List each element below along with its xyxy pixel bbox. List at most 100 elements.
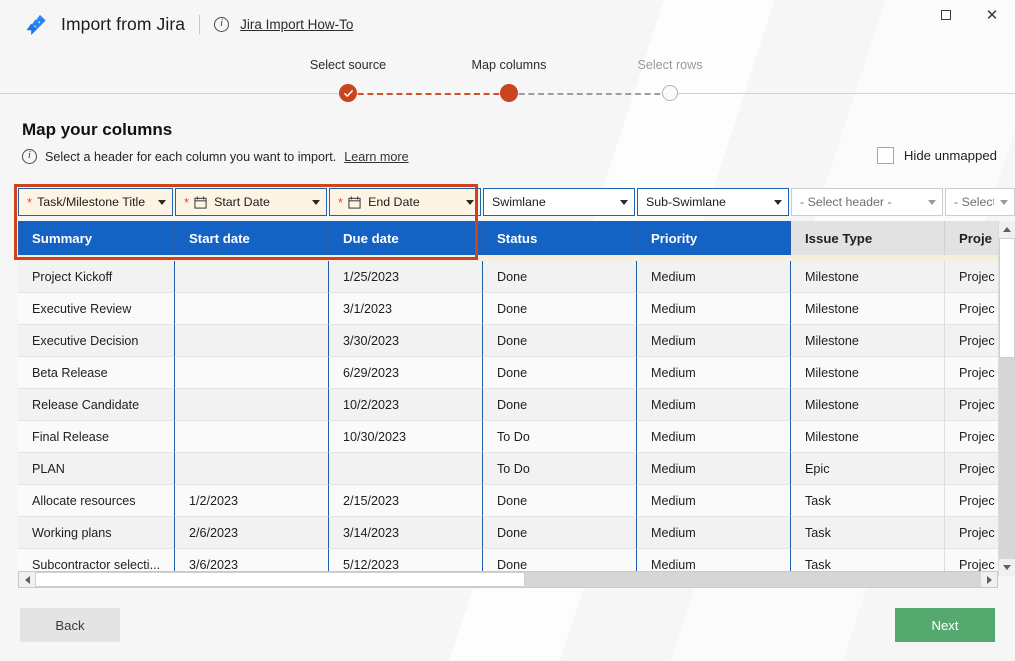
table-row[interactable]: PLANTo DoMediumEpicProjec (18, 453, 1015, 485)
table-row[interactable]: Working plans2/6/20233/14/2023DoneMedium… (18, 517, 1015, 549)
table-cell: 10/2/2023 (329, 389, 483, 421)
table-cell: Final Release (18, 421, 175, 453)
column-header-dropdown-3[interactable]: Swimlane (483, 188, 635, 216)
table-cell (175, 389, 329, 421)
close-icon[interactable]: ✕ (969, 0, 1015, 30)
dropdown-value: - Select header - (800, 195, 922, 209)
table-cell: 1/2/2023 (175, 485, 329, 517)
required-asterisk: * (184, 196, 189, 209)
column-header-dropdown-2[interactable]: *End Date (329, 188, 481, 216)
chevron-down-icon (620, 200, 628, 205)
step-node-select-source[interactable] (339, 84, 357, 102)
dropdown-value: Swimlane (492, 195, 614, 209)
step-label-select-rows: Select rows (637, 58, 702, 72)
table-row[interactable]: Beta Release6/29/2023DoneMediumMilestone… (18, 357, 1015, 389)
table-row[interactable]: Release Candidate10/2/2023DoneMediumMile… (18, 389, 1015, 421)
table-cell: Medium (637, 293, 791, 325)
hide-unmapped-checkbox[interactable] (877, 147, 894, 164)
column-header-dropdown-5[interactable]: - Select header - (791, 188, 943, 216)
table-cell: Done (483, 389, 637, 421)
table-cell: Task (791, 517, 945, 549)
table-cell: 10/30/2023 (329, 421, 483, 453)
table-horizontal-scrollbar[interactable] (18, 571, 998, 588)
scroll-left-icon[interactable] (19, 572, 35, 587)
table-cell: Milestone (791, 357, 945, 389)
back-button[interactable]: Back (20, 608, 120, 642)
hide-unmapped-label: Hide unmapped (904, 148, 997, 163)
step-label-select-source: Select source (310, 58, 386, 72)
table-row[interactable]: Allocate resources1/2/20232/15/2023DoneM… (18, 485, 1015, 517)
table-cell: 3/14/2023 (329, 517, 483, 549)
stepper-segment-1 (348, 93, 509, 95)
step-node-map-columns[interactable] (500, 84, 518, 102)
dropdown-value: End Date (368, 195, 460, 209)
table-cell: Done (483, 325, 637, 357)
table-row[interactable]: Project Kickoff1/25/2023DoneMediumMilest… (18, 261, 1015, 293)
table-cell: 6/29/2023 (329, 357, 483, 389)
table-header-row: SummaryStart dateDue dateStatusPriorityI… (18, 221, 1015, 255)
table-cell: Milestone (791, 261, 945, 293)
column-header-dropdown-4[interactable]: Sub-Swimlane (637, 188, 789, 216)
table-cell: Medium (637, 485, 791, 517)
table-cell: Done (483, 517, 637, 549)
dropdown-value: Start Date (214, 195, 306, 209)
table-cell: Medium (637, 421, 791, 453)
table-cell: Medium (637, 389, 791, 421)
vertical-scroll-thumb[interactable] (999, 238, 1015, 358)
table-cell (175, 325, 329, 357)
chevron-down-icon (928, 200, 936, 205)
scroll-down-icon[interactable] (999, 559, 1015, 576)
table-cell: Done (483, 261, 637, 293)
step-node-select-rows[interactable] (662, 85, 678, 101)
table-cell: Done (483, 293, 637, 325)
table-cell: To Do (483, 453, 637, 485)
column-header-5: Issue Type (791, 221, 945, 255)
learn-more-link[interactable]: Learn more (344, 150, 408, 164)
column-header-dropdown-0[interactable]: *Task/Milestone Title (18, 188, 173, 216)
table-cell: Medium (637, 325, 791, 357)
table-cell: Milestone (791, 293, 945, 325)
table-cell: Medium (637, 261, 791, 293)
hide-unmapped-checkbox-group[interactable]: Hide unmapped (877, 147, 997, 164)
table-cell: 3/30/2023 (329, 325, 483, 357)
table-cell: Medium (637, 357, 791, 389)
window-titlebar: ✕ (0, 0, 1015, 30)
subtitle-text: Select a header for each column you want… (45, 150, 336, 164)
table-cell: Epic (791, 453, 945, 485)
column-header-dropdown-6[interactable]: - Select (945, 188, 1015, 216)
table-cell: 1/25/2023 (329, 261, 483, 293)
column-header-0: Summary (18, 221, 175, 255)
table-cell: Medium (637, 517, 791, 549)
chevron-down-icon (312, 200, 320, 205)
table-cell: 3/1/2023 (329, 293, 483, 325)
stepper-track-left (0, 93, 348, 94)
table-row[interactable]: Executive Review3/1/2023DoneMediumMilest… (18, 293, 1015, 325)
table-vertical-scrollbar[interactable] (998, 221, 1015, 576)
import-from-jira-dialog: ✕ Import from Jira i Jira Import How-To … (0, 0, 1015, 661)
next-button[interactable]: Next (895, 608, 995, 642)
table-cell: Done (483, 357, 637, 389)
maximize-icon[interactable] (923, 0, 969, 30)
table-row[interactable]: Executive Decision3/30/2023DoneMediumMil… (18, 325, 1015, 357)
horizontal-scroll-thumb[interactable] (35, 572, 525, 587)
scroll-up-icon[interactable] (999, 221, 1015, 238)
table-cell (175, 261, 329, 293)
vertical-scroll-track[interactable] (999, 238, 1015, 559)
calendar-icon (348, 196, 361, 209)
chevron-down-icon (774, 200, 782, 205)
table-cell: Allocate resources (18, 485, 175, 517)
chevron-down-icon (466, 200, 474, 205)
table-cell (175, 453, 329, 485)
table-cell: Task (791, 485, 945, 517)
table-cell: 2/15/2023 (329, 485, 483, 517)
required-asterisk: * (27, 196, 32, 209)
scroll-right-icon[interactable] (981, 572, 997, 587)
table-cell (329, 453, 483, 485)
table-cell: Milestone (791, 421, 945, 453)
check-icon (343, 88, 354, 99)
table-row[interactable]: Final Release10/30/2023To DoMediumMilest… (18, 421, 1015, 453)
calendar-icon (194, 196, 207, 209)
table-cell: Milestone (791, 389, 945, 421)
column-header-dropdown-1[interactable]: * Start Date (175, 188, 327, 216)
table-cell: Executive Decision (18, 325, 175, 357)
